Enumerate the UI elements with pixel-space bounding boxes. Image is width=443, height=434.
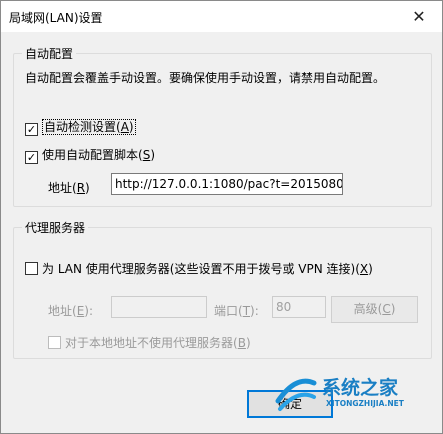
script-address-label: 地址(R): [48, 181, 90, 195]
auto-detect-check-icon: ✓: [25, 123, 38, 136]
auto-config-group-title: 自动配置: [22, 45, 77, 62]
watermark-brand: 系统之家: [322, 377, 399, 399]
bypass-local-checkbox[interactable]: 对于本地地址不使用代理服务器(B): [48, 334, 251, 351]
watermark: 系统之家 XITONGZHIJIA.NET: [274, 371, 434, 415]
advanced-button[interactable]: 高级(C): [331, 296, 418, 323]
bypass-local-label: 对于本地地址不使用代理服务器(B): [65, 336, 251, 350]
use-proxy-label: 为 LAN 使用代理服务器(这些设置不用于拨号或 VPN 连接)(X): [42, 262, 373, 276]
proxy-port-label: 端口(T):: [214, 304, 259, 318]
auto-detect-label: 自动检测设置(A): [42, 119, 136, 135]
use-proxy-checkbox[interactable]: 为 LAN 使用代理服务器(这些设置不用于拨号或 VPN 连接)(X): [25, 260, 373, 277]
watermark-logo-icon: [275, 378, 317, 411]
window-title: 局域网(LAN)设置: [9, 11, 103, 25]
close-icon: ✕: [412, 7, 426, 26]
proxy-address-label: 地址(E):: [48, 304, 94, 318]
use-script-check-icon: ✓: [25, 151, 38, 164]
use-script-checkbox[interactable]: ✓ 使用自动配置脚本(S): [25, 146, 155, 164]
auto-detect-checkbox[interactable]: ✓ 自动检测设置(A): [25, 118, 136, 136]
use-script-label: 使用自动配置脚本(S): [42, 148, 156, 162]
title-bar: 局域网(LAN)设置 ✕: [1, 1, 442, 32]
proxy-address-input[interactable]: [111, 296, 207, 318]
watermark-url: XITONGZHIJIA.NET: [326, 399, 404, 408]
close-button[interactable]: ✕: [396, 1, 442, 32]
lan-settings-dialog: 局域网(LAN)设置 ✕ 自动配置 自动配置会覆盖手动设置。要确保使用手动设置，…: [0, 0, 443, 434]
proxy-port-input[interactable]: 80: [272, 296, 326, 318]
proxy-group-title: 代理服务器: [22, 219, 89, 236]
use-proxy-check-icon: [25, 262, 38, 275]
auto-config-description: 自动配置会覆盖手动设置。要确保使用手动设置，请禁用自动配置。: [25, 71, 386, 85]
script-address-input[interactable]: http://127.0.0.1:1080/pac?t=2015080: [111, 173, 343, 195]
bypass-local-check-icon: [48, 336, 61, 349]
